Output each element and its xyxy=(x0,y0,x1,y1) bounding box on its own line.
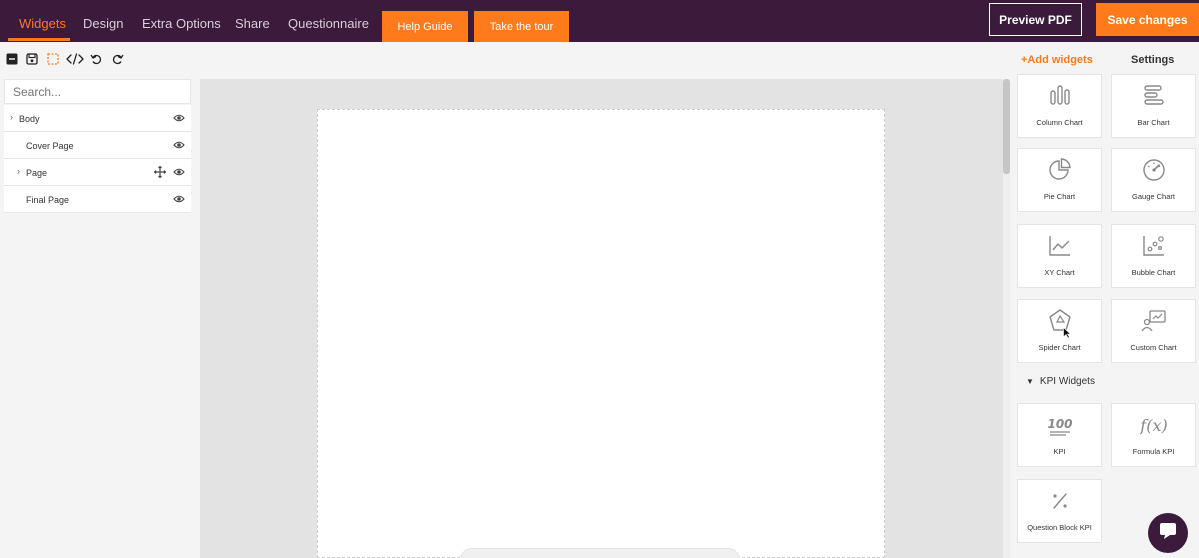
caret-down-icon[interactable]: ▼ xyxy=(1026,377,1034,386)
code-icon[interactable] xyxy=(66,52,84,66)
widget-label: KPI xyxy=(1053,447,1066,456)
widget-label: Bar Chart xyxy=(1137,118,1170,127)
tab-design[interactable]: Design xyxy=(83,16,123,31)
question-block-kpi-widget[interactable]: Question Block KPI xyxy=(1017,479,1102,543)
preview-pdf-button[interactable]: Preview PDF xyxy=(989,3,1082,36)
percent-icon xyxy=(1046,487,1074,515)
tree-item-label: Page xyxy=(26,168,48,178)
eye-icon[interactable] xyxy=(173,112,185,124)
save-changes-button[interactable]: Save changes xyxy=(1096,3,1199,36)
gauge-chart-icon xyxy=(1140,156,1168,184)
tree-item-page[interactable]: › Page xyxy=(4,159,191,186)
tree-item-label: Body xyxy=(19,114,40,124)
widget-label: Pie Chart xyxy=(1043,192,1076,201)
chevron-right-icon[interactable]: › xyxy=(10,112,13,122)
save-icon[interactable] xyxy=(25,52,39,66)
help-guide-button[interactable]: Help Guide xyxy=(382,11,468,42)
chevron-right-icon[interactable]: › xyxy=(17,166,20,176)
canvas-scrollbar-thumb[interactable] xyxy=(1003,79,1010,174)
widget-label: Column Chart xyxy=(1036,118,1083,127)
select-icon[interactable] xyxy=(46,52,60,66)
tab-share[interactable]: Share xyxy=(235,16,270,31)
chat-bubble-icon xyxy=(1158,522,1178,545)
widget-label: Bubble Chart xyxy=(1131,268,1176,277)
formula-kpi-widget[interactable]: f(x) Formula KPI xyxy=(1111,403,1196,467)
eye-icon[interactable] xyxy=(173,166,185,178)
xy-chart-widget[interactable]: XY Chart xyxy=(1017,224,1102,288)
widget-label: Formula KPI xyxy=(1132,447,1175,456)
collapse-icon[interactable] xyxy=(5,52,19,66)
bar-chart-widget[interactable]: Bar Chart xyxy=(1111,74,1196,138)
add-widgets-tab[interactable]: +Add widgets xyxy=(1021,54,1093,66)
widget-label: XY Chart xyxy=(1044,268,1075,277)
mouse-cursor-icon xyxy=(1063,326,1072,339)
tree-item-final-page[interactable]: Final Page xyxy=(4,186,191,213)
redo-icon[interactable] xyxy=(111,52,125,66)
search-input[interactable] xyxy=(4,79,191,104)
section-title: KPI Widgets xyxy=(1039,376,1095,387)
eye-icon[interactable] xyxy=(173,193,185,205)
take-tour-button[interactable]: Take the tour xyxy=(474,11,569,42)
settings-tab[interactable]: Settings xyxy=(1131,54,1174,66)
widget-label: Question Block KPI xyxy=(1027,523,1092,532)
move-icon[interactable] xyxy=(153,165,167,179)
active-tab-indicator xyxy=(8,38,70,41)
spider-chart-widget[interactable]: Spider Chart xyxy=(1017,299,1102,363)
document-page[interactable] xyxy=(317,109,885,558)
tree-item-label: Cover Page xyxy=(26,141,74,151)
column-chart-widget[interactable]: Column Chart xyxy=(1017,74,1102,138)
widget-label: Custom Chart xyxy=(1130,343,1177,352)
kpi-widgets-section-header[interactable]: ▼ KPI Widgets xyxy=(1026,376,1095,387)
tree-item-body[interactable]: › Body xyxy=(4,105,191,132)
gauge-chart-widget[interactable]: Gauge Chart xyxy=(1111,148,1196,212)
pie-chart-widget[interactable]: Pie Chart xyxy=(1017,148,1102,212)
widget-label: Gauge Chart xyxy=(1132,192,1175,201)
tab-extra-options[interactable]: Extra Options xyxy=(142,16,221,31)
bubble-chart-icon xyxy=(1140,232,1168,260)
function-icon: f(x) xyxy=(1139,411,1168,439)
hundred-points-icon: 100 xyxy=(1046,411,1074,439)
tree-item-label: Final Page xyxy=(26,195,70,205)
widget-label: Spider Chart xyxy=(1038,343,1081,352)
bubble-chart-widget[interactable]: Bubble Chart xyxy=(1111,224,1196,288)
kpi-widget[interactable]: 100 KPI xyxy=(1017,403,1102,467)
eye-icon[interactable] xyxy=(173,139,185,151)
tree-item-cover-page[interactable]: Cover Page xyxy=(4,132,191,159)
custom-chart-widget[interactable]: Custom Chart xyxy=(1111,299,1196,363)
top-bar: Widgets Design Extra Options Share Quest… xyxy=(0,0,1199,42)
page-footer-tab xyxy=(460,548,740,558)
pie-chart-icon xyxy=(1046,156,1074,184)
xy-chart-icon xyxy=(1046,232,1074,260)
tab-questionnaire[interactable]: Questionnaire xyxy=(288,16,369,31)
svg-text:100: 100 xyxy=(1047,417,1072,431)
svg-text:f(x): f(x) xyxy=(1140,416,1168,435)
bar-chart-icon xyxy=(1140,81,1168,109)
column-chart-icon xyxy=(1046,81,1074,109)
tab-widgets[interactable]: Widgets xyxy=(19,16,66,31)
chat-button[interactable] xyxy=(1148,513,1188,553)
custom-chart-icon xyxy=(1140,307,1168,335)
undo-icon[interactable] xyxy=(89,52,103,66)
